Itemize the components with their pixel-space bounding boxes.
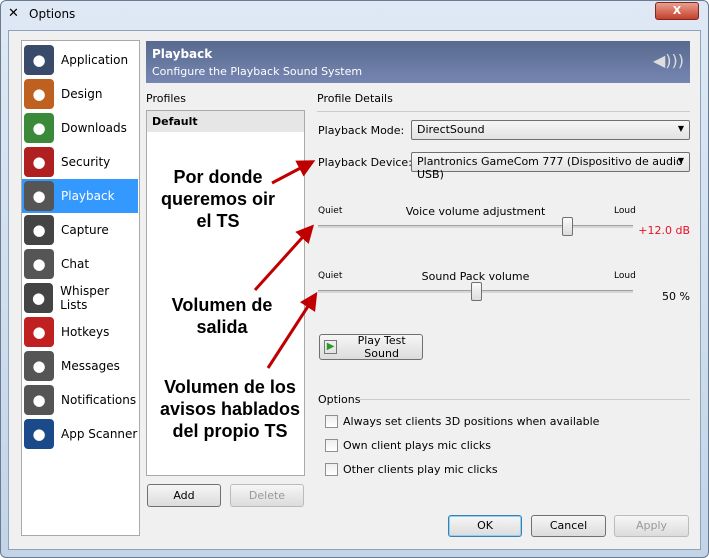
arrow-to-device [271,160,316,185]
arrow-to-soundpack-slider [266,291,318,369]
arrow-to-voice-slider [253,224,315,292]
annotation-arrows [253,160,318,369]
